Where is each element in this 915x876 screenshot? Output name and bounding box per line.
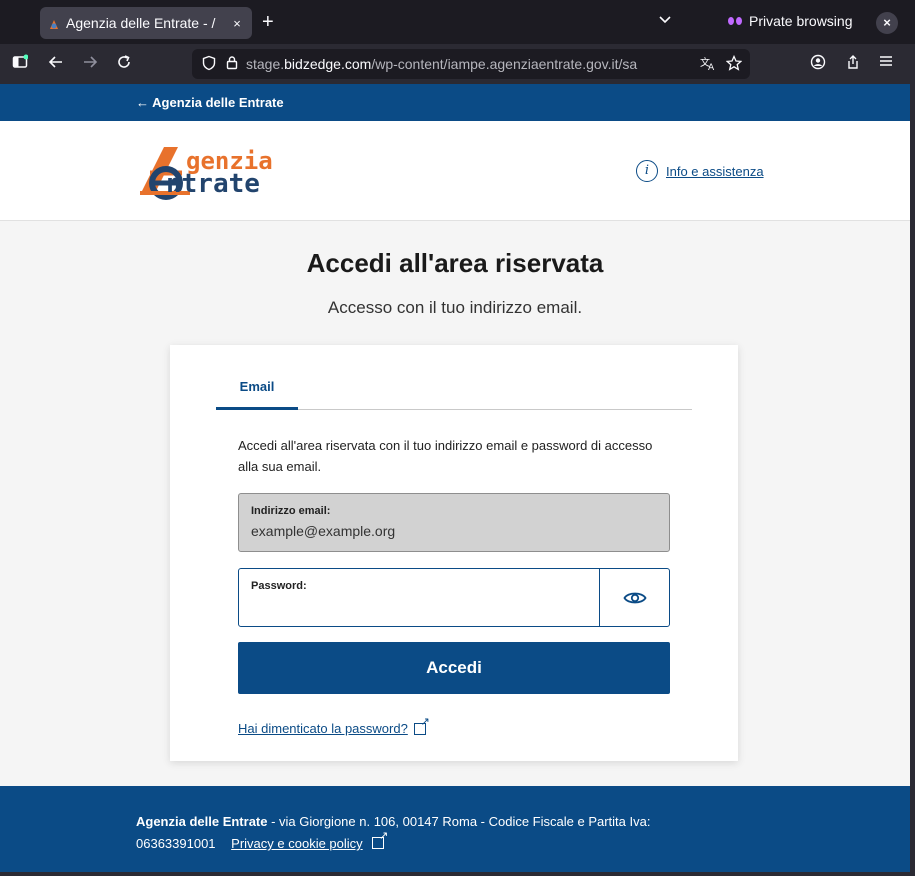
private-browsing-indicator: Private browsing	[728, 13, 853, 29]
agenzia-entrate-logo[interactable]: genzia ntrate	[136, 143, 316, 201]
footer-address: - via Giorgione n. 106, 00147 Roma - Cod…	[267, 814, 651, 829]
lock-icon[interactable]	[226, 55, 238, 73]
sidebar-toggle-icon[interactable]	[12, 54, 29, 76]
tab-close-icon[interactable]: ×	[230, 16, 244, 31]
footer-org-name: Agenzia delle Entrate	[136, 814, 268, 829]
url-prefix: stage.	[246, 56, 285, 72]
url-path: /wp-content/iampe.agenziaentrate.gov.it/…	[371, 56, 638, 72]
forgot-password: Hai dimenticato la password?	[238, 716, 430, 737]
tab-title: Agenzia delle Entrate - /	[66, 15, 216, 31]
window-close-button[interactable]: ×	[876, 12, 898, 34]
browser-tabbar: Agenzia delle Entrate - / × + Private br…	[0, 0, 915, 44]
login-submit-button[interactable]: Accedi	[238, 642, 670, 694]
login-description: Accedi all'area riservata con il tuo ind…	[238, 438, 653, 474]
page-subtitle: Accesso con il tuo indirizzo email.	[327, 298, 583, 317]
url-domain: bidzedge.com	[284, 56, 372, 72]
external-link-icon	[372, 830, 388, 849]
url-text: stage.bidzedge.com/wp-content/iampe.agen…	[246, 56, 637, 72]
svg-text:A: A	[708, 63, 715, 71]
browser-navbar: stage.bidzedge.com/wp-content/iampe.agen…	[0, 44, 915, 84]
site-favicon-icon	[48, 17, 60, 29]
tab-list-chevron-icon[interactable]	[658, 12, 672, 29]
email-field[interactable]: Indirizzo email: example@example.org	[238, 493, 670, 552]
forgot-password-link[interactable]: Hai dimenticato la password?	[238, 721, 408, 736]
private-mask-icon	[728, 17, 742, 25]
password-field[interactable]: Password:	[238, 568, 670, 627]
site-footer: Agenzia delle Entrate - via Giorgione n.…	[0, 786, 910, 872]
top-strip: ← Agenzia delle Entrate	[0, 84, 910, 121]
url-actions: 文A	[694, 54, 743, 74]
back-to-agenzia-link[interactable]: ← Agenzia delle Entrate	[136, 95, 284, 110]
translate-icon[interactable]: 文A	[700, 55, 716, 74]
info-assistance-link[interactable]: Info e assistenza	[666, 164, 764, 179]
new-tab-button[interactable]: +	[262, 10, 274, 34]
show-password-button[interactable]	[599, 569, 669, 626]
browser-tab[interactable]: Agenzia delle Entrate - / ×	[40, 7, 252, 39]
footer-vat: 06363391001	[136, 836, 216, 851]
back-arrow-icon[interactable]	[48, 54, 64, 76]
login-card: Email Accedi all'area riservata con il t…	[170, 345, 738, 761]
share-icon[interactable]	[845, 54, 861, 76]
private-browsing-label: Private browsing	[749, 13, 853, 29]
menu-hamburger-icon[interactable]	[879, 54, 893, 74]
login-tabs: Email	[216, 369, 692, 410]
footer-line1: Agenzia delle Entrate - via Giorgione n.…	[136, 811, 910, 833]
external-link-icon	[413, 716, 430, 735]
tracking-shield-icon[interactable]	[202, 55, 216, 74]
account-icon[interactable]	[810, 54, 826, 76]
info-assistance: i Info e assistenza	[636, 160, 764, 182]
privacy-policy-link[interactable]: Privacy e cookie policy	[231, 836, 363, 851]
eye-icon	[622, 592, 647, 603]
forward-arrow-icon[interactable]	[82, 54, 98, 76]
footer-line2: 06363391001 Privacy e cookie policy	[136, 830, 910, 855]
email-field-label: Indirizzo email:	[251, 505, 331, 517]
page-content: ← Agenzia delle Entrate genzia ntrate i …	[0, 84, 910, 872]
url-bar[interactable]: stage.bidzedge.com/wp-content/iampe.agen…	[192, 49, 750, 79]
password-field-label: Password:	[251, 580, 307, 592]
bookmark-star-icon[interactable]	[725, 54, 743, 74]
password-input[interactable]	[251, 599, 591, 621]
email-field-value[interactable]: example@example.org	[251, 523, 657, 539]
tab-email[interactable]: Email	[216, 369, 298, 410]
logo-text-line2: ntrate	[166, 169, 260, 199]
info-icon: i	[636, 160, 658, 182]
reload-icon[interactable]	[116, 54, 132, 76]
page-title: Accedi all'area riservata	[306, 248, 604, 278]
site-header: genzia ntrate i Info e assistenza	[0, 121, 910, 221]
